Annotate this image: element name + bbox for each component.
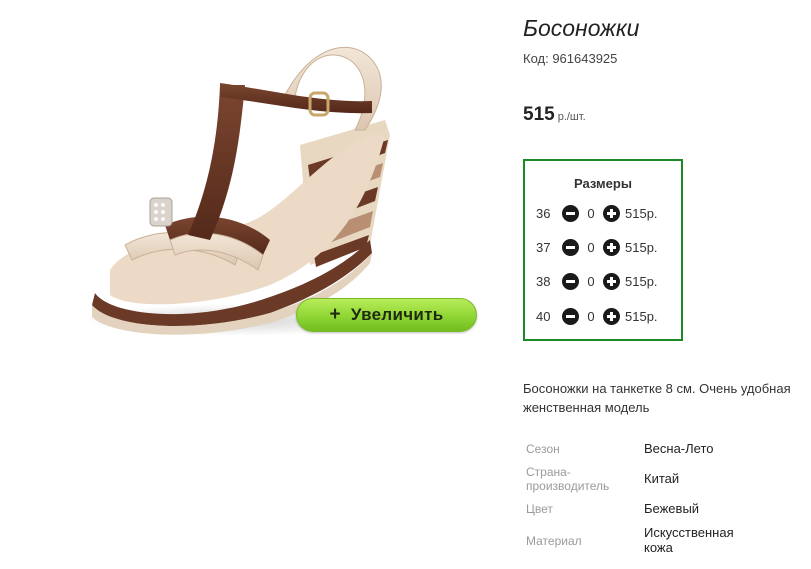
price-value: 515 <box>523 104 555 125</box>
size-price: 515р. <box>625 239 658 255</box>
plus-icon[interactable] <box>603 238 620 256</box>
size-quantity: 0 <box>587 239 595 255</box>
zoom-button[interactable]: + Увеличить <box>296 298 477 332</box>
spec-value-text: Искусственная <box>644 525 734 540</box>
spec-value: Китай <box>644 471 804 486</box>
size-price: 515р. <box>625 273 658 289</box>
spec-value-text: Весна-Лето <box>644 441 714 456</box>
description-line: женственная модель <box>523 400 650 415</box>
spec-value: Бежевый <box>644 501 804 516</box>
spec-label-text: Страна- <box>526 465 571 479</box>
product-title: Босоножки <box>523 15 640 41</box>
spec-label: Сезон <box>526 442 636 456</box>
size-number: 40 <box>536 308 551 324</box>
sizes-panel: Размеры 36 0 515р. 37 0 515р. 38 0 515р.… <box>523 159 683 341</box>
spec-value-text: Бежевый <box>644 501 700 516</box>
size-price: 515р. <box>625 205 658 221</box>
sizes-title: Размеры <box>574 176 632 191</box>
product-description: Босоножки на танкетке 8 см. Очень удобна… <box>523 379 811 417</box>
description-line: Босоножки на танкетке 8 см. Очень удобна… <box>523 381 791 396</box>
size-quantity: 0 <box>587 205 595 221</box>
plus-icon[interactable] <box>603 204 620 222</box>
plus-icon[interactable] <box>603 272 620 290</box>
product-page: + Увеличить Босоножки Код: 961643925 515… <box>0 0 811 569</box>
price-unit: р./шт. <box>557 111 586 123</box>
plus-icon[interactable] <box>603 307 620 325</box>
size-row: 37 0 515р. <box>536 237 658 257</box>
size-number: 36 <box>536 205 551 221</box>
size-price: 515р. <box>625 308 658 324</box>
product-price: 515 р./шт. <box>523 104 586 126</box>
size-number: 38 <box>536 273 551 289</box>
spec-label-text: Материал <box>526 534 582 548</box>
size-number: 37 <box>536 239 551 255</box>
spec-label: Страна- производитель <box>526 465 636 493</box>
minus-icon[interactable] <box>562 238 579 256</box>
spec-label-text: Сезон <box>526 442 560 456</box>
size-row: 36 0 515р. <box>536 203 658 223</box>
spec-label: Материал <box>526 534 636 548</box>
minus-icon[interactable] <box>562 307 579 325</box>
product-code: Код: 961643925 <box>523 51 618 66</box>
size-quantity: 0 <box>587 308 595 324</box>
spec-value: Весна-Лето <box>644 441 804 456</box>
size-quantity: 0 <box>587 273 595 289</box>
spec-label: Цвет <box>526 502 636 516</box>
minus-icon[interactable] <box>562 272 579 290</box>
zoom-button-label: Увеличить <box>350 305 444 324</box>
plus-icon: + <box>329 304 341 325</box>
minus-icon[interactable] <box>562 204 579 222</box>
size-row: 38 0 515р. <box>536 271 658 291</box>
spec-label-text: Цвет <box>526 502 553 516</box>
spec-label-text: производитель <box>526 479 610 493</box>
spec-value-text: кожа <box>644 540 673 555</box>
spec-value: Искусственная кожа <box>644 525 804 555</box>
spec-value-text: Китай <box>644 471 680 486</box>
size-row: 40 0 515р. <box>536 306 658 326</box>
